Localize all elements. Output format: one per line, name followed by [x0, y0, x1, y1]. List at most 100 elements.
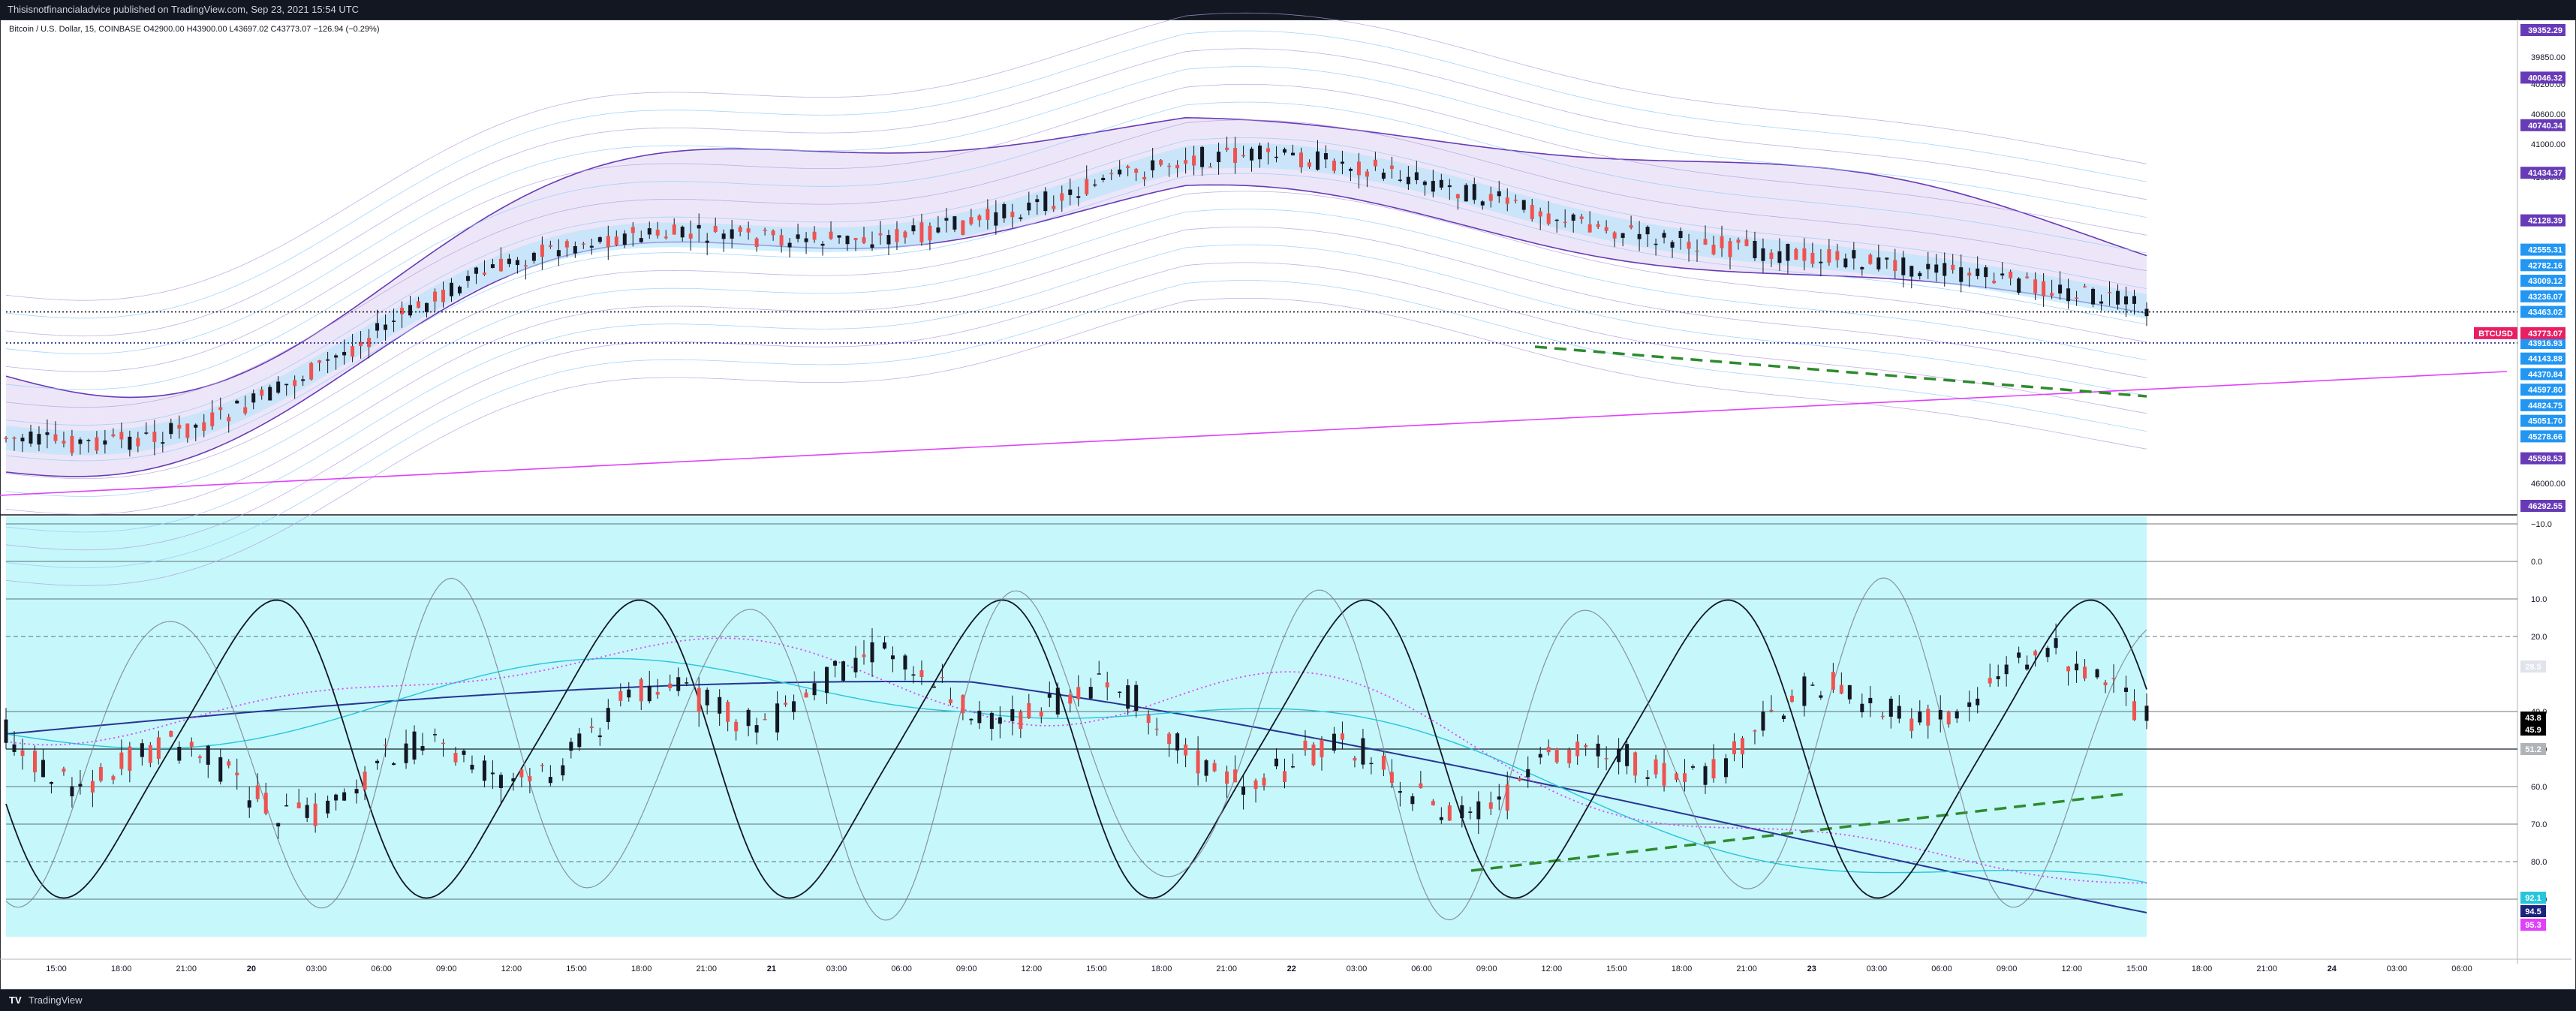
- osc-candle-121: [1184, 745, 1188, 756]
- price-candle-178: [1472, 184, 1476, 200]
- price-candle-17: [144, 432, 149, 434]
- price-candle-230: [1901, 257, 1906, 275]
- price-candle-256: [2116, 290, 2120, 305]
- osc-candle-198: [1938, 709, 1943, 720]
- osc-candle-62: [606, 708, 610, 723]
- osc-candle-174: [1703, 766, 1708, 785]
- osc-candle-74: [726, 702, 730, 722]
- price-candle-191: [1579, 216, 1584, 219]
- osc-candle-201: [1967, 702, 1972, 707]
- osc-candle-100: [977, 710, 982, 724]
- price-candle-18: [152, 432, 157, 442]
- osc-candle-5: [49, 781, 53, 784]
- osc-candle-156: [1526, 769, 1530, 778]
- price-candle-240: [1984, 267, 1988, 278]
- osc-candle-160: [1567, 749, 1572, 764]
- osc-candle-169: [1654, 759, 1658, 775]
- price-candle-2: [20, 438, 25, 442]
- price-ladder-value-18: 46292.55: [2528, 502, 2562, 511]
- osc-candle-115: [1126, 685, 1130, 709]
- price-candle-243: [2009, 271, 2013, 278]
- price-candle-64: [531, 252, 536, 261]
- price-candle-27: [227, 417, 231, 422]
- osc-candle-43: [420, 746, 425, 751]
- price-candle-100: [829, 231, 833, 239]
- osc-candle-84: [825, 666, 829, 694]
- price-candle-49: [408, 305, 413, 316]
- price-candle-248: [2050, 293, 2054, 296]
- price-candle-80: [664, 236, 668, 239]
- osc-candle-139: [1361, 738, 1365, 765]
- price-candle-242: [2000, 273, 2005, 275]
- price-candle-197: [1629, 225, 1633, 228]
- price-candle-33: [276, 381, 281, 393]
- osc-candle-219: [2144, 706, 2149, 721]
- osc-candle-39: [384, 745, 388, 746]
- chart-canvas[interactable]: −10.00.010.020.040.050.060.070.080.090.0…: [0, 0, 2576, 1011]
- osc-candle-215: [2103, 682, 2108, 686]
- price-candle-62: [515, 260, 519, 266]
- price-candle-31: [260, 390, 264, 396]
- price-candle-44: [367, 338, 372, 348]
- osc-value-0: 28.5: [2525, 663, 2541, 672]
- osc-candle-42: [412, 731, 417, 760]
- price-candle-129: [1068, 189, 1073, 195]
- osc-candle-186: [1819, 695, 1823, 698]
- osc-candle-142: [1389, 772, 1394, 783]
- price-candle-125: [1035, 199, 1040, 203]
- price-candle-53: [441, 290, 445, 302]
- price-candle-42: [351, 346, 355, 357]
- tradingview-logo-icon[interactable]: TV: [9, 994, 22, 1006]
- price-candle-79: [655, 230, 660, 236]
- osc-value-6: 95.3: [2525, 921, 2541, 930]
- price-candle-201: [1662, 233, 1666, 238]
- osc-candle-213: [2083, 666, 2087, 679]
- price-candle-132: [1093, 184, 1097, 186]
- price-candle-145: [1200, 146, 1205, 167]
- price-candle-84: [697, 224, 701, 229]
- osc-candle-36: [354, 789, 359, 794]
- price-candle-168: [1389, 165, 1394, 169]
- price-candle-54: [449, 282, 453, 296]
- osc-candle-15: [148, 745, 152, 763]
- time-axis-tick-6: 09:00: [436, 964, 457, 973]
- price-candle-223: [1843, 258, 1848, 268]
- price-candle-149: [1233, 148, 1238, 163]
- osc-candle-217: [2124, 688, 2129, 692]
- price-candle-140: [1159, 160, 1163, 165]
- osc-candle-129: [1262, 778, 1266, 786]
- price-candle-69: [573, 245, 577, 254]
- price-candle-71: [589, 245, 594, 248]
- osc-candle-28: [276, 823, 281, 827]
- price-ladder-value-13: 44597.80: [2528, 386, 2562, 395]
- price-candle-186: [1538, 211, 1542, 217]
- time-axis-tick-7: 12:00: [501, 964, 522, 973]
- price-candle-233: [1926, 263, 1930, 269]
- tradingview-brand[interactable]: TradingView: [29, 994, 83, 1006]
- osc-candle-57: [561, 765, 565, 776]
- price-candle-219: [1810, 252, 1815, 264]
- osc-axis-tick-3: 20.0: [2531, 633, 2547, 642]
- price-candle-0: [4, 438, 8, 439]
- price-candle-72: [597, 237, 602, 242]
- time-axis-tick-27: 23: [1807, 964, 1816, 973]
- osc-candle-96: [940, 676, 944, 679]
- price-candle-247: [2042, 281, 2046, 296]
- osc-candle-10: [98, 766, 103, 781]
- osc-candle-126: [1233, 769, 1238, 783]
- price-candle-77: [639, 238, 643, 242]
- price-candle-250: [2066, 288, 2071, 302]
- osc-candle-64: [627, 689, 631, 698]
- price-candle-96: [796, 234, 800, 239]
- osc-candle-80: [784, 703, 788, 705]
- time-axis-tick-12: 03:00: [826, 964, 847, 973]
- price-candle-195: [1612, 232, 1617, 239]
- time-axis-tick-37: 06:00: [2451, 964, 2472, 973]
- osc-candle-73: [718, 697, 722, 714]
- osc-candle-34: [334, 794, 339, 801]
- osc-candle-111: [1088, 687, 1093, 699]
- osc-candle-199: [1946, 711, 1951, 725]
- osc-candle-185: [1810, 685, 1815, 686]
- osc-candle-32: [313, 803, 317, 826]
- price-candle-98: [812, 231, 817, 240]
